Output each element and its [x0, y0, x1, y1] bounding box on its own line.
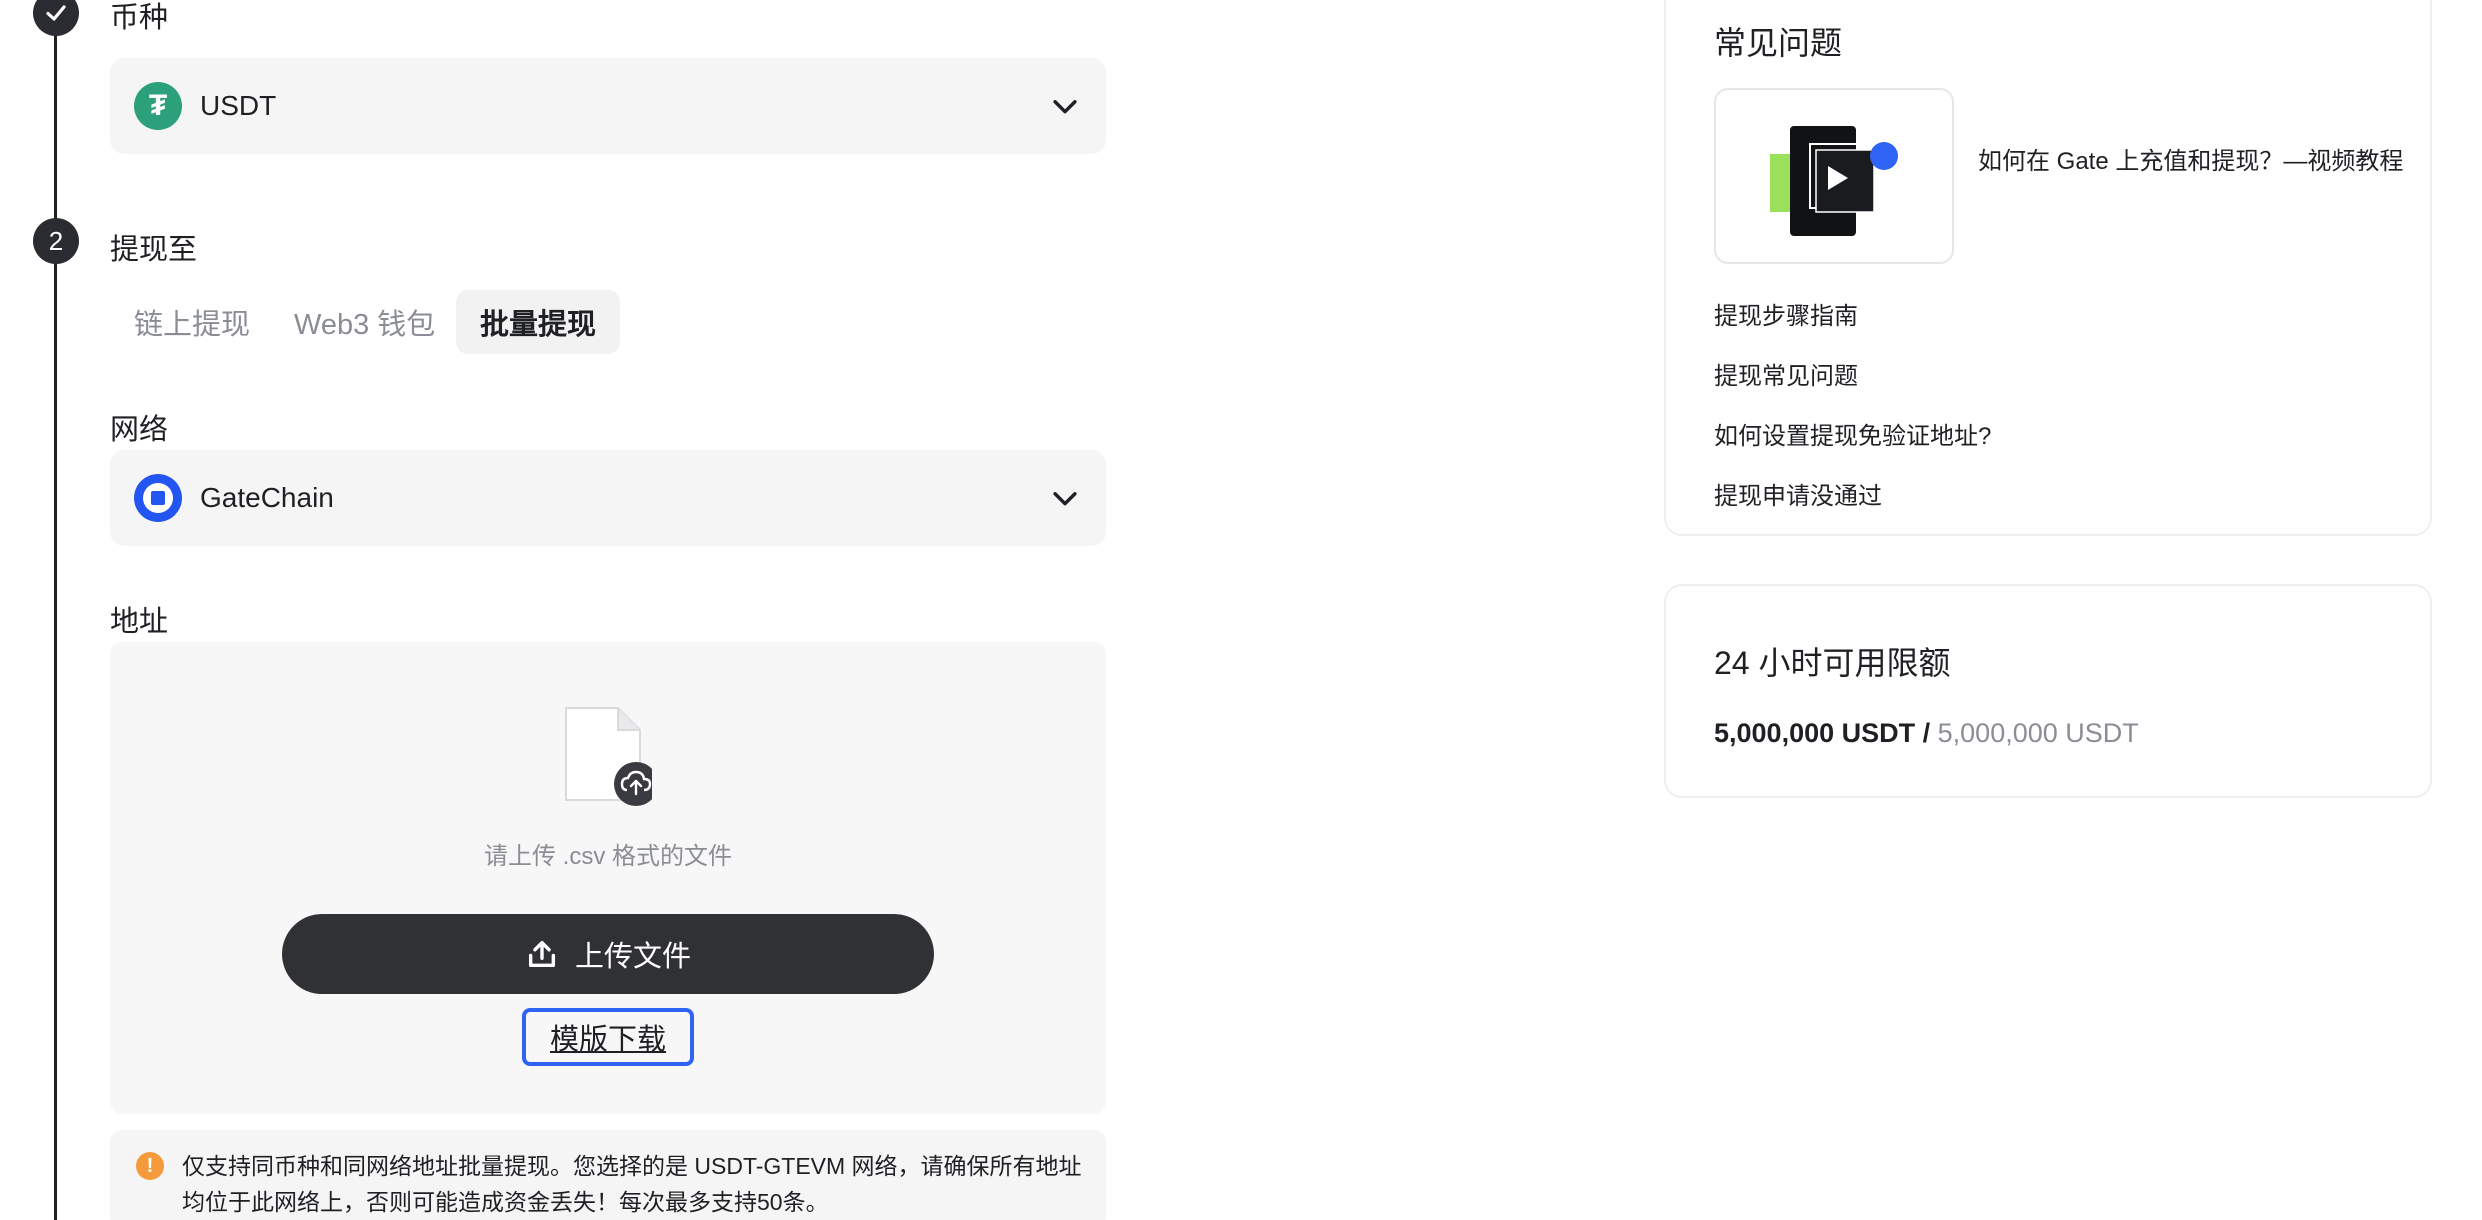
limit-card — [1664, 584, 2432, 798]
step-1-title: 币种 — [110, 2, 169, 34]
faq-link-whitelist[interactable]: 如何设置提现免验证地址? — [1714, 416, 1991, 451]
batch-warning: 仅支持同币种和同网络地址批量提现。您选择的是 USDT-GTEVM 网络，请确保… — [110, 1130, 1106, 1220]
usdt-coin-icon: ₮ — [134, 82, 182, 130]
video-play-icon — [1770, 126, 1898, 236]
tab-batch-withdraw[interactable]: 批量提现 — [456, 290, 621, 354]
limit-value: 5,000,000 USDT / 5,000,000 USDT — [1714, 718, 2139, 749]
faq-card — [1664, 0, 2432, 536]
network-label: 网络 — [110, 414, 169, 446]
video-thumbnail[interactable] — [1714, 88, 1954, 264]
upload-file-button[interactable]: 上传文件 — [282, 914, 934, 994]
network-select[interactable]: GateChain — [110, 450, 1106, 546]
faq-link-withdraw-faq[interactable]: 提现常见问题 — [1714, 356, 1858, 391]
limit-total: 5,000,000 USDT — [1937, 718, 2139, 748]
tab-web3-wallet[interactable]: Web3 钱包 — [270, 290, 459, 354]
upload-hint: 请上传 .csv 格式的文件 — [483, 843, 732, 870]
step-2-title: 提现至 — [110, 234, 198, 266]
faq-link-withdraw-guide[interactable]: 提现步骤指南 — [1714, 296, 1858, 331]
limit-used: 5,000,000 USDT / — [1714, 718, 1931, 748]
tab-onchain-withdraw[interactable]: 链上提现 — [110, 290, 274, 354]
address-label: 地址 — [110, 606, 169, 638]
template-download-link[interactable]: 模版下载 — [522, 1008, 694, 1066]
faq-title: 常见问题 — [1714, 25, 1843, 61]
chevron-down-icon — [1053, 100, 1077, 114]
warning-text: 仅支持同币种和同网络地址批量提现。您选择的是 USDT-GTEVM 网络，请确保… — [182, 1153, 1082, 1215]
faq-link-rejected[interactable]: 提现申请没通过 — [1714, 476, 1882, 511]
currency-select[interactable]: ₮ USDT — [110, 58, 1106, 154]
csv-file-icon — [565, 707, 652, 806]
currency-select-value: USDT — [200, 90, 277, 121]
step-1-check-icon — [33, 0, 79, 36]
warning-icon: ! — [136, 1152, 164, 1180]
chevron-down-icon — [1053, 492, 1077, 506]
gatechain-icon — [134, 474, 182, 522]
step-rail — [54, 0, 57, 1220]
upload-icon — [528, 940, 556, 968]
network-select-value: GateChain — [200, 482, 334, 513]
limit-title: 24 小时可用限额 — [1714, 645, 1951, 681]
upload-file-label: 上传文件 — [574, 941, 691, 973]
video-tutorial-link[interactable]: 如何在 Gate 上充值和提现？—视频教程 — [1978, 148, 2408, 176]
step-2-number: 2 — [33, 218, 79, 264]
